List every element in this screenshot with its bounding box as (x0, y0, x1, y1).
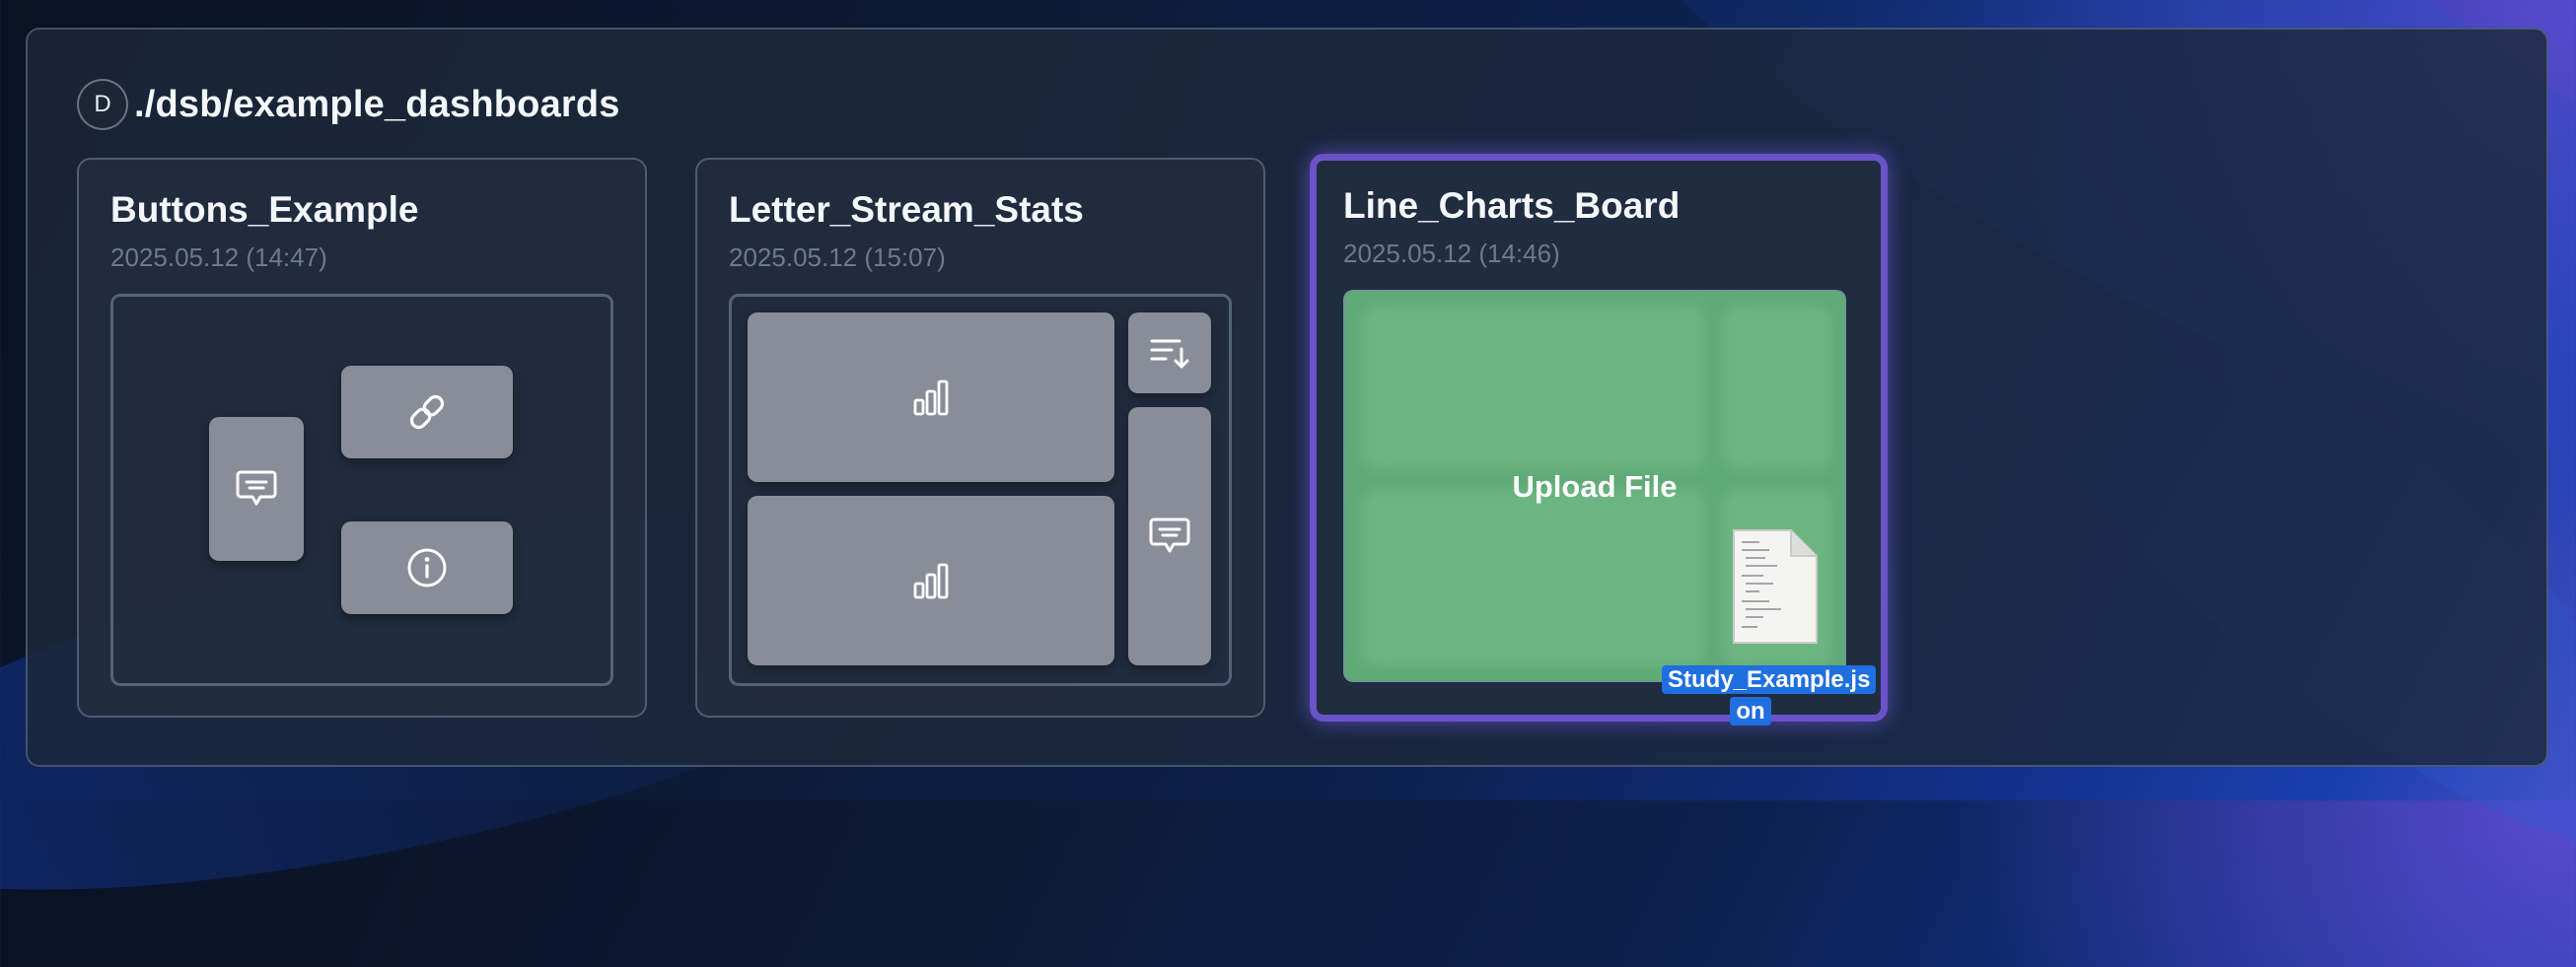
dashboards-panel: D ./dsb/example_dashboards Buttons_Examp… (26, 28, 2548, 767)
widget-tile (341, 521, 513, 614)
upload-drop-zone[interactable]: Upload File (1343, 290, 1846, 682)
file-icon (1733, 529, 1818, 644)
info-icon (407, 548, 447, 587)
dashboard-card-letter-stream-stats[interactable]: Letter_Stream_Stats 2025.05.12 (15:07) (695, 158, 1265, 718)
widget-tile (341, 366, 513, 458)
folder-path: ./dsb/example_dashboards (134, 83, 620, 125)
file-name-line: Study_Example.js (1662, 665, 1877, 694)
dragged-file-name: Study_Example.js on (1662, 664, 1877, 727)
widget-tile (748, 312, 1114, 482)
sort-list-icon (1150, 339, 1189, 369)
widget-tile (1722, 306, 1832, 469)
comment-icon (1149, 518, 1190, 553)
widget-tile (1128, 312, 1211, 393)
comment-icon (236, 470, 277, 506)
file-name-line: on (1730, 697, 1771, 725)
dashboard-date: 2025.05.12 (15:07) (729, 242, 946, 272)
bar-chart-icon (913, 563, 949, 599)
dashboard-card-buttons-example[interactable]: Buttons_Example 2025.05.12 (14:47) (77, 158, 647, 718)
dashboard-title: Buttons_Example (110, 189, 419, 230)
link-icon (409, 394, 445, 430)
bar-chart-icon (913, 380, 949, 416)
widget-tile (748, 496, 1114, 665)
dashboard-date: 2025.05.12 (14:47) (110, 242, 327, 272)
dashboard-title: Letter_Stream_Stats (729, 189, 1084, 230)
upload-label: Upload File (1512, 469, 1678, 504)
dashboard-preview (729, 294, 1232, 686)
avatar[interactable]: D (77, 79, 128, 130)
widget-tile (1361, 306, 1706, 469)
dashboard-card-line-charts-board[interactable]: Line_Charts_Board 2025.05.12 (14:46) Upl… (1310, 154, 1888, 722)
dashboard-preview (110, 294, 613, 686)
widget-tile (209, 417, 304, 561)
widget-tile (1128, 407, 1211, 665)
folder-header: D ./dsb/example_dashboards (77, 79, 620, 130)
dashboard-date: 2025.05.12 (14:46) (1343, 239, 1560, 268)
widget-tile (1361, 489, 1706, 666)
dashboard-title: Line_Charts_Board (1343, 185, 1681, 226)
